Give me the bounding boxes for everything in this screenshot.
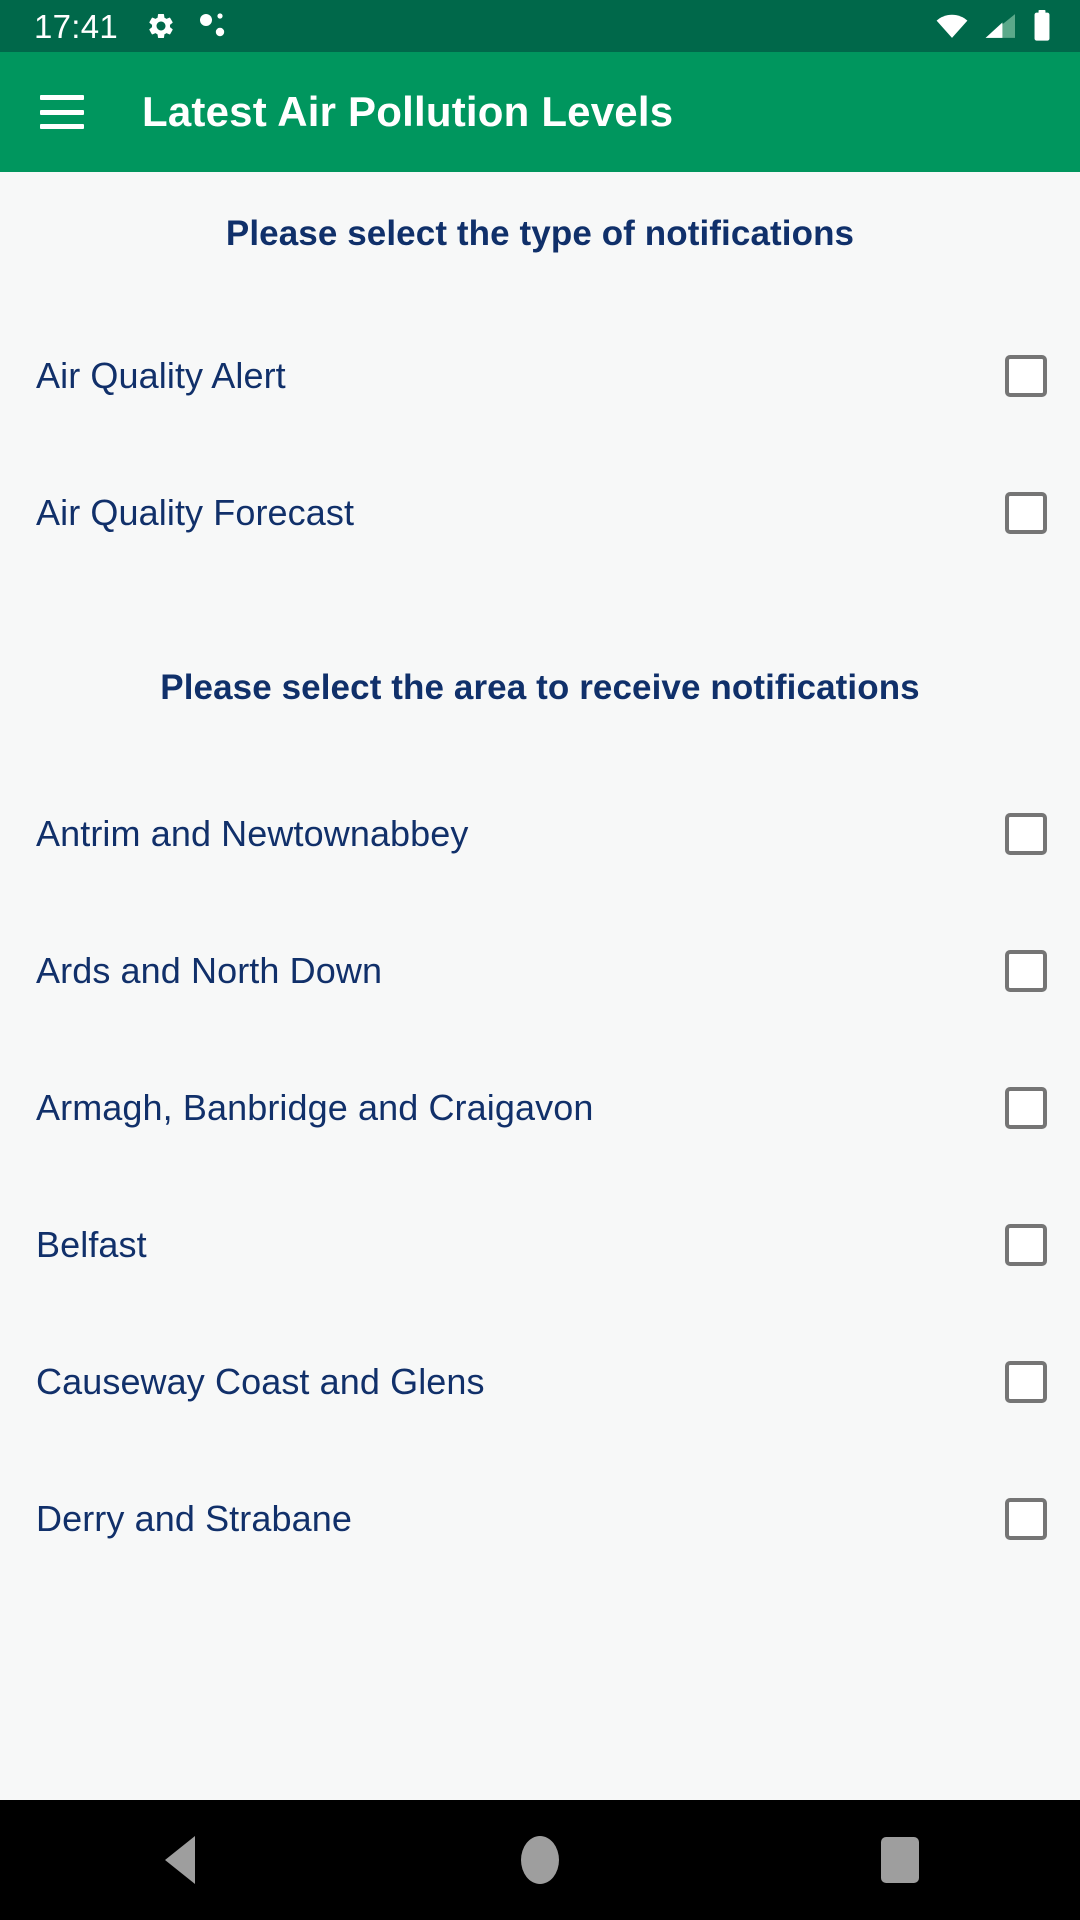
status-bar: 17:41 (0, 0, 1080, 52)
hamburger-menu-icon[interactable] (40, 95, 84, 129)
area-option-checkbox[interactable] (1005, 1360, 1047, 1403)
area-selection-heading: Please select the area to receive notifi… (160, 668, 920, 707)
recents-button[interactable] (825, 1800, 975, 1920)
area-option-label: Causeway Coast and Glens (36, 1360, 485, 1402)
hamburger-bar-2 (40, 109, 84, 115)
area-option-row[interactable]: Causeway Coast and Glens (0, 1313, 1080, 1450)
circle-icon (521, 1836, 559, 1884)
area-option-label: Belfast (36, 1223, 147, 1265)
area-option-checkbox[interactable] (1005, 1497, 1047, 1540)
area-option-checkbox[interactable] (1005, 949, 1047, 992)
home-button[interactable] (465, 1800, 615, 1920)
hamburger-bar-3 (40, 124, 84, 129)
bluetooth-dots-icon (198, 11, 226, 41)
triangle-left-icon (165, 1836, 195, 1884)
android-navigation-bar (0, 1800, 1080, 1920)
area-option-label: Antrim and Newtownabbey (36, 812, 469, 854)
battery-icon (1032, 10, 1052, 42)
area-option-row[interactable]: Armagh, Banbridge and Craigavon (0, 1039, 1080, 1176)
notification-option-checkbox[interactable] (1005, 354, 1047, 397)
wifi-icon (934, 12, 970, 40)
area-option-label: Ards and North Down (36, 949, 383, 991)
notification-option-row[interactable]: Air Quality Forecast (0, 444, 1080, 581)
settings-content: Please select the type of notifications … (0, 172, 1080, 1800)
status-bar-clock: 17:41 (34, 7, 119, 45)
notification-type-heading: Please select the type of notifications (225, 214, 855, 253)
area-option-label: Armagh, Banbridge and Craigavon (36, 1086, 594, 1128)
cellular-signal-icon (984, 12, 1018, 40)
area-option-checkbox[interactable] (1005, 1086, 1047, 1129)
status-bar-system-icons (934, 10, 1052, 42)
notification-option-label: Air Quality Forecast (36, 491, 355, 533)
notification-option-row[interactable]: Air Quality Alert (0, 307, 1080, 444)
page-title: Latest Air Pollution Levels (142, 88, 674, 135)
status-bar-notification-icons (146, 11, 226, 41)
area-option-row[interactable]: Antrim and Newtownabbey (0, 765, 1080, 902)
notification-option-label: Air Quality Alert (36, 354, 286, 396)
square-icon (881, 1837, 919, 1883)
hamburger-bar-1 (40, 95, 84, 100)
area-option-label: Derry and Strabane (36, 1497, 352, 1539)
area-option-row[interactable]: Belfast (0, 1176, 1080, 1313)
area-option-checkbox[interactable] (1005, 1223, 1047, 1266)
area-option-row[interactable]: Ards and North Down (0, 902, 1080, 1039)
area-option-row[interactable]: Derry and Strabane (0, 1450, 1080, 1587)
back-button[interactable] (105, 1800, 255, 1920)
app-bar: Latest Air Pollution Levels (0, 52, 1080, 172)
gear-icon (146, 11, 176, 41)
notification-option-checkbox[interactable] (1005, 491, 1047, 534)
area-option-checkbox[interactable] (1005, 812, 1047, 855)
